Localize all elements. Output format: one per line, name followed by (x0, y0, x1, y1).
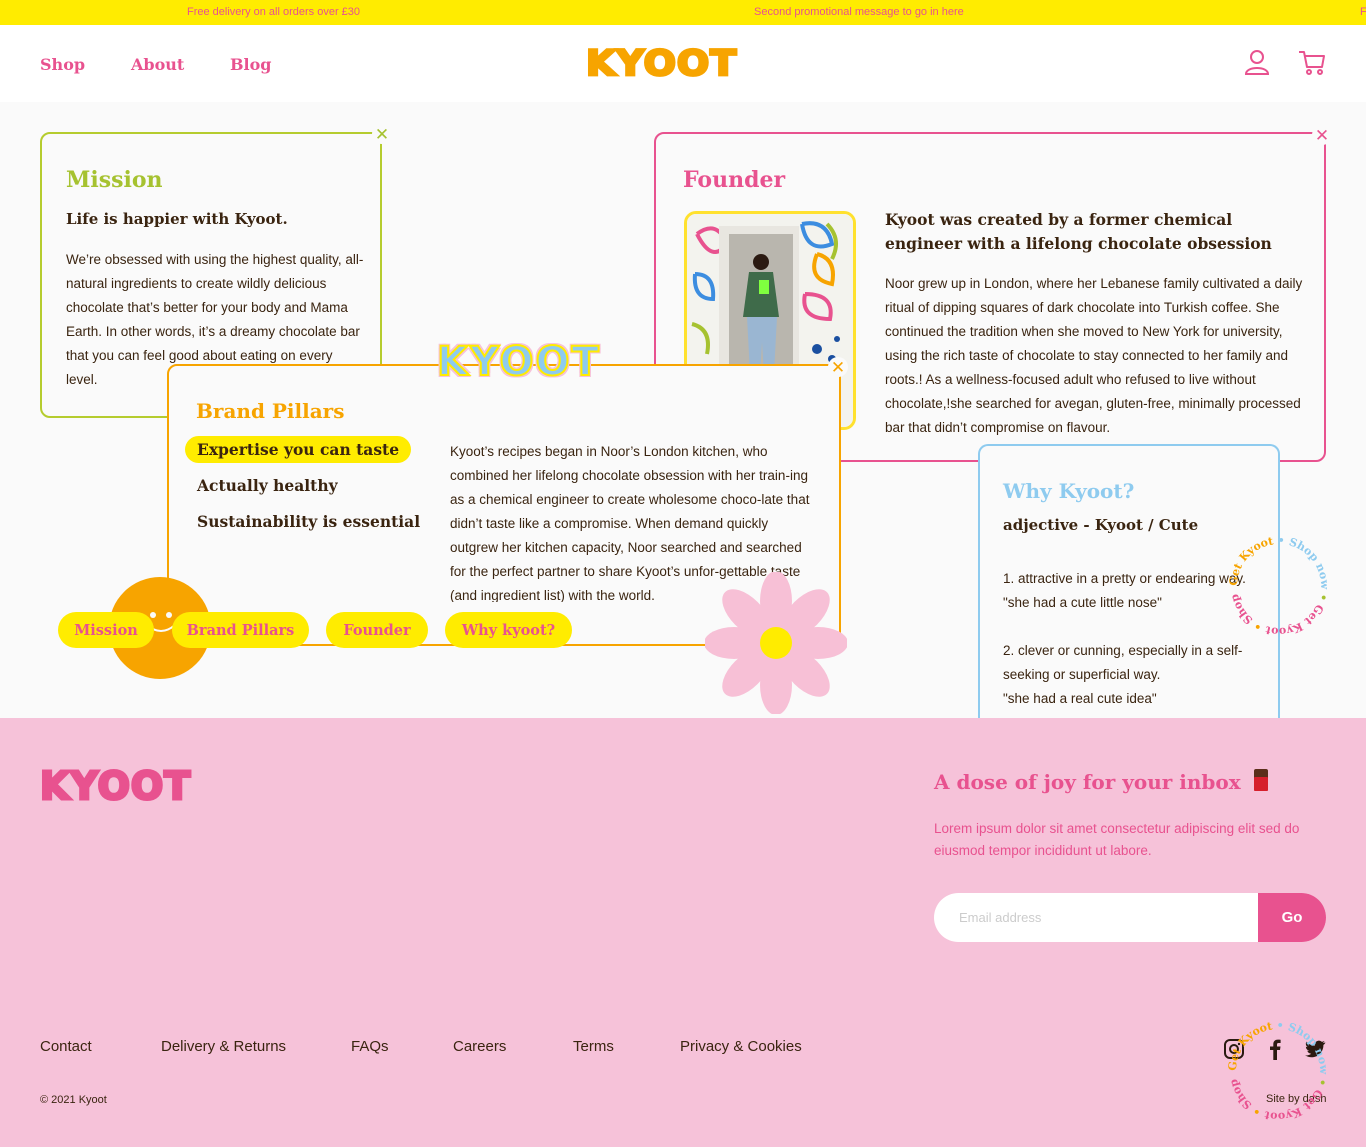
tab-mission[interactable]: Mission (58, 612, 154, 648)
svg-text:Get Kyoot • Shop now • Get Kyo: Get Kyoot • Shop now • Get Kyoot • Shop … (1227, 534, 1331, 638)
close-icon[interactable]: ✕ (372, 124, 392, 144)
tab-brand-pillars[interactable]: Brand Pillars (172, 612, 309, 648)
tab-why-kyoot[interactable]: Why kyoot? (445, 612, 572, 648)
user-icon[interactable] (1242, 47, 1272, 77)
newsletter-form: Go (934, 893, 1326, 942)
kyoot-sticker: KYOOT (436, 338, 601, 386)
founder-body: Noor grew up in London, where her Lebane… (885, 276, 1303, 435)
footer-link-delivery[interactable]: Delivery & Returns (161, 1038, 286, 1055)
brand-pillars-title: Brand Pillars (196, 399, 345, 423)
flower-sticker (704, 571, 848, 715)
footer-link-faqs[interactable]: FAQs (351, 1038, 389, 1055)
footer-link-careers[interactable]: Careers (453, 1038, 506, 1055)
why-subtitle: adjective - Kyoot / Cute (1003, 516, 1199, 534)
chocolate-bar-icon (1253, 769, 1268, 791)
newsletter-text: Lorem ipsum dolor sit amet consectetur a… (934, 821, 1300, 858)
footer-link-contact[interactable]: Contact (40, 1038, 92, 1055)
close-icon[interactable]: ✕ (1312, 125, 1332, 145)
nav-blog[interactable]: Blog (230, 55, 271, 74)
tab-founder[interactable]: Founder (326, 612, 428, 648)
promo-bar: Free delivery on all orders over £30 Sec… (0, 0, 1366, 25)
founder-subtitle: Kyoot was created by a former chemical e… (885, 210, 1272, 253)
why-definition-2: 2. clever or cunning, especially in a se… (1003, 643, 1243, 682)
close-icon[interactable]: ✕ (828, 357, 848, 377)
pillar-expertise[interactable]: Expertise you can taste (185, 436, 412, 463)
svg-text:Get Kyoot • Shop now • Get Kyo: Get Kyoot • Shop now • Get Kyoot • Shop … (1226, 1019, 1330, 1123)
newsletter-title: A dose of joy for your inbox (934, 768, 1270, 794)
why-title: Why Kyoot? (1003, 479, 1135, 503)
mission-title: Mission (66, 167, 163, 193)
shop-now-stamp[interactable]: Get Kyoot • Shop now • Get Kyoot • Shop … (1221, 524, 1331, 638)
promo-message-1: Free delivery on all orders over £30 (187, 6, 361, 18)
newsletter-title-text: A dose of joy for your inbox (934, 770, 1241, 794)
footer-logo[interactable]: KYOOT (38, 762, 191, 810)
pillar-healthy[interactable]: Actually healthy (185, 472, 350, 499)
founder-title: Founder (683, 167, 786, 193)
shop-now-stamp-footer[interactable]: Get Kyoot • Shop now • Get Kyoot • Shop … (1220, 1009, 1330, 1123)
why-example-1: "she had a cute little nose" (1003, 595, 1162, 610)
promo-message-3: F (1360, 6, 1366, 18)
email-input[interactable] (934, 893, 1258, 942)
why-example-2: "she had a real cute idea" (1003, 691, 1157, 706)
cart-icon[interactable] (1297, 47, 1327, 77)
site-footer: KYOOT A dose of joy for your inbox Lorem… (0, 718, 1366, 1147)
why-definition-1: 1. attractive in a pretty or endearing w… (1003, 571, 1246, 586)
promo-message-2: Second promotional message to go in here (754, 6, 964, 18)
go-button[interactable]: Go (1258, 893, 1326, 942)
site-header: Shop About Blog KYOOT (0, 25, 1366, 102)
kyoot-logo[interactable]: KYOOT (584, 43, 737, 83)
nav-about[interactable]: About (131, 55, 184, 74)
nav-shop[interactable]: Shop (40, 55, 85, 74)
mission-subtitle: Life is happier with Kyoot. (66, 210, 288, 228)
footer-link-terms[interactable]: Terms (573, 1038, 614, 1055)
footer-link-privacy[interactable]: Privacy & Cookies (680, 1038, 802, 1055)
pillar-sustainability[interactable]: Sustainability is essential (185, 508, 432, 535)
copyright: © 2021 Kyoot (40, 1094, 107, 1106)
